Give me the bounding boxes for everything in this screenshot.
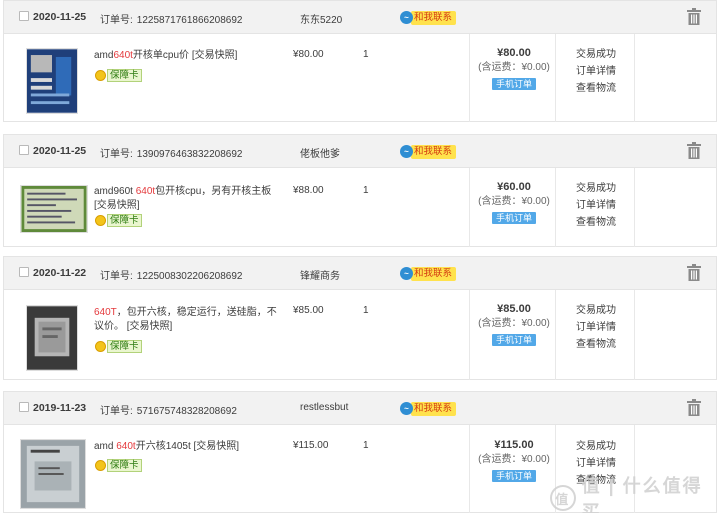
order-date: 2020-11-25 (33, 145, 87, 157)
quantity: 1 (363, 49, 369, 60)
product-thumbnail[interactable] (20, 439, 86, 509)
trash-icon[interactable] (686, 142, 702, 159)
mobile-order-tag: 手机订单 (491, 470, 536, 482)
order-number: 订单号: 1225008302206208692 (100, 271, 243, 282)
trash-icon[interactable] (686, 264, 702, 281)
order-body: 640T，包开六核，稳定运行，送硅脂，不议价。 [交易快照] 保障卡 ¥85.0… (4, 290, 716, 380)
order-number: 订单号: 1390976463832208692 (100, 149, 243, 160)
guarantee-badge[interactable]: 保障卡 (95, 459, 142, 472)
zhi-logo-icon: 值 (550, 485, 576, 511)
contact-seller-button[interactable]: ~ 和我联系 (400, 401, 457, 416)
chat-icon: ~ (400, 11, 413, 24)
trash-icon[interactable] (686, 8, 702, 25)
chat-icon: ~ (400, 267, 413, 280)
order-details-link[interactable]: 订单详情 (576, 319, 636, 336)
chat-icon: ~ (400, 145, 413, 158)
product-title-link[interactable]: amd 640t开六核1405t [交易快照] (94, 440, 279, 454)
order-number: 订单号: 571675748328208692 (100, 406, 237, 417)
order-checkbox[interactable] (19, 402, 29, 412)
guarantee-badge[interactable]: 保障卡 (95, 214, 142, 227)
order-card: 2020-11-22 订单号: 1225008302206208692 锋耀商务 … (3, 256, 717, 380)
order-actions: 交易成功 订单详情 查看物流 (576, 302, 636, 353)
order-checkbox[interactable] (19, 145, 29, 155)
mobile-order-tag: 手机订单 (491, 334, 536, 346)
site-watermark: 值值 | 什么值得买 (550, 472, 720, 513)
unit-price: ¥115.00 (293, 440, 329, 451)
mobile-order-tag: 手机订单 (491, 212, 536, 224)
status-trade-success: 交易成功 (576, 441, 616, 452)
order-checkbox[interactable] (19, 267, 29, 277)
order-header: 2020-11-22 订单号: 1225008302206208692 锋耀商务 … (4, 257, 716, 290)
shop-name-link[interactable]: 锋耀商务 (300, 267, 340, 282)
product-title-link[interactable]: amd960t 640t包开核cpu，另有开核主板 [交易快照] (94, 185, 279, 213)
order-checkbox[interactable] (19, 11, 29, 21)
order-total: ¥60.00 (含运费：¥0.00) 手机订单 (478, 181, 550, 224)
order-details-link[interactable]: 订单详情 (576, 63, 636, 80)
mobile-order-tag: 手机订单 (491, 78, 536, 90)
order-date: 2020-11-25 (33, 11, 87, 23)
shop-name-link[interactable]: restlessbut (300, 402, 348, 413)
view-logistics-link[interactable]: 查看物流 (576, 214, 636, 231)
order-actions: 交易成功 订单详情 查看物流 (576, 46, 636, 97)
order-header: 2019-11-23 订单号: 571675748328208692 restle… (4, 392, 716, 425)
status-trade-success: 交易成功 (576, 49, 616, 60)
order-body: amd960t 640t包开核cpu，另有开核主板 [交易快照] 保障卡 ¥88… (4, 168, 716, 247)
order-header: 2020-11-25 订单号: 1225871761866208692 东东522… (4, 1, 716, 34)
shop-name-link[interactable]: 东东5220 (300, 11, 342, 26)
order-card: 2020-11-25 订单号: 1225871761866208692 东东522… (3, 0, 717, 122)
unit-price: ¥80.00 (293, 49, 324, 60)
view-logistics-link[interactable]: 查看物流 (576, 336, 636, 353)
view-logistics-link[interactable]: 查看物流 (576, 80, 636, 97)
shop-name-link[interactable]: 佬板他爹 (300, 145, 340, 160)
guarantee-badge[interactable]: 保障卡 (95, 340, 142, 353)
unit-price: ¥85.00 (293, 305, 324, 316)
product-thumbnail[interactable] (26, 48, 78, 114)
contact-seller-button[interactable]: ~ 和我联系 (400, 10, 457, 25)
order-total: ¥115.00 (含运费：¥0.00) 手机订单 (478, 439, 550, 482)
order-details-link[interactable]: 订单详情 (576, 455, 636, 472)
product-title-link[interactable]: amd640t开核单cpu价 [交易快照] (94, 49, 279, 63)
order-total: ¥80.00 (含运费：¥0.00) 手机订单 (478, 47, 550, 90)
trash-icon[interactable] (686, 399, 702, 416)
coin-icon (95, 460, 106, 471)
order-card: 2020-11-25 订单号: 1390976463832208692 佬板他爹 … (3, 134, 717, 247)
product-thumbnail[interactable] (20, 185, 88, 233)
quantity: 1 (363, 185, 369, 196)
status-trade-success: 交易成功 (576, 305, 616, 316)
order-details-link[interactable]: 订单详情 (576, 197, 636, 214)
coin-icon (95, 341, 106, 352)
order-actions: 交易成功 订单详情 查看物流 (576, 180, 636, 231)
quantity: 1 (363, 305, 369, 316)
quantity: 1 (363, 440, 369, 451)
guarantee-badge[interactable]: 保障卡 (95, 69, 142, 82)
order-total: ¥85.00 (含运费：¥0.00) 手机订单 (478, 303, 550, 346)
order-number: 订单号: 1225871761866208692 (100, 15, 243, 26)
contact-seller-button[interactable]: ~ 和我联系 (400, 266, 457, 281)
product-title-link[interactable]: 640T，包开六核，稳定运行，送硅脂，不议价。 [交易快照] (94, 306, 279, 334)
contact-seller-button[interactable]: ~ 和我联系 (400, 144, 457, 159)
product-thumbnail[interactable] (26, 305, 78, 371)
order-header: 2020-11-25 订单号: 1390976463832208692 佬板他爹 … (4, 135, 716, 168)
unit-price: ¥88.00 (293, 185, 324, 196)
coin-icon (95, 215, 106, 226)
status-trade-success: 交易成功 (576, 183, 616, 194)
order-date: 2019-11-23 (33, 402, 87, 414)
order-body: amd640t开核单cpu价 [交易快照] 保障卡 ¥80.00 1 ¥80.0… (4, 34, 716, 122)
coin-icon (95, 70, 106, 81)
order-date: 2020-11-22 (33, 267, 87, 279)
chat-icon: ~ (400, 402, 413, 415)
